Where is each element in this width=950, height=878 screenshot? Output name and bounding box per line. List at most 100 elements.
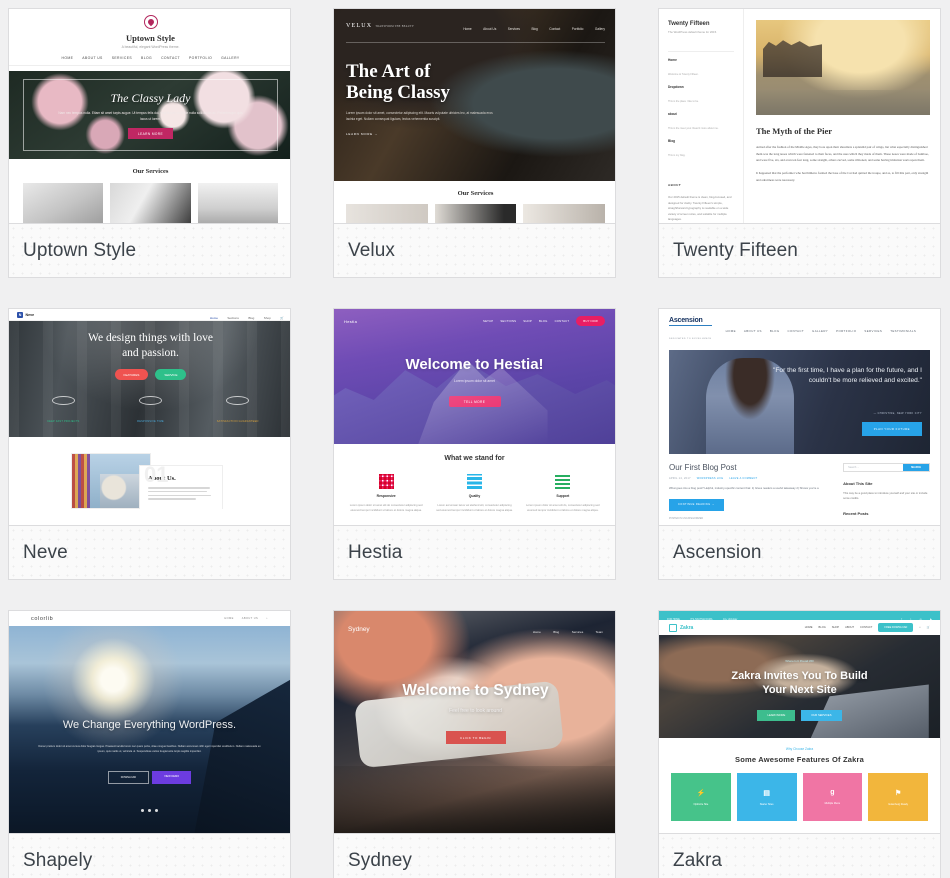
preview-hero: VELUX TRANSFORM THE BEAUTY Home About Us … [334, 9, 615, 181]
service-thumb [346, 204, 428, 223]
search-box: Search ... SEARCH [843, 463, 930, 472]
theme-card-shapely[interactable]: colorlib HOME ABOUT US ⌕ We Change Every… [8, 610, 291, 878]
theme-card-zakra[interactable]: FOR HOME ITS-HAUTMA NUMA 10+ Upholder f … [658, 610, 941, 878]
post-paragraph: Armed after the fashion of the Middle Ag… [756, 145, 929, 163]
nav-item: PORTFOLIO [189, 56, 213, 60]
section-heading: Our Services [457, 190, 494, 197]
nav-item: SHOP [831, 626, 840, 629]
theme-screenshot[interactable]: Ascension DEDICATED TO EXCELLENCE HOME A… [659, 309, 940, 525]
theme-card-velux[interactable]: VELUX TRANSFORM THE BEAUTY Home About Us … [333, 8, 616, 278]
logo-subtitle: TRANSFORM THE BEAUTY [375, 25, 415, 28]
theme-name: Zakra [673, 849, 723, 871]
theme-name: Neve [23, 541, 68, 563]
cart-icon: 🛒 [280, 315, 284, 320]
nav-item: Contact [549, 27, 561, 31]
theme-name: Hestia [348, 541, 403, 563]
hero-button: TELL MORE [448, 396, 501, 407]
theme-screenshot[interactable]: Hestia SETUP SECTIONS SHOP BLOG CONTACT … [334, 309, 615, 525]
menu-item: about This is the meet your. Read it more… [668, 112, 734, 134]
hero-shape [194, 679, 290, 833]
sidebar: Search ... SEARCH About This Site This m… [843, 463, 930, 525]
nav-item: BLOG [769, 328, 780, 333]
theme-screenshot[interactable]: colorlib HOME ABOUT US ⌕ We Change Every… [9, 611, 290, 833]
preview-header: Uptown Style A beautiful, elegant WordPr… [9, 9, 290, 71]
nav-item: GALLERY [221, 56, 240, 60]
preview-hero: "For the first time, I have a plan for t… [669, 350, 930, 454]
theme-card-neve[interactable]: N Neve Home Sections Blog Shop 🛒 We desi… [8, 308, 291, 580]
nav-item: Sections [227, 315, 239, 320]
menu-desc: This is my blog. [668, 154, 686, 158]
carousel-dots [9, 809, 290, 813]
theme-screenshot[interactable]: Uptown Style A beautiful, elegant WordPr… [9, 9, 290, 223]
nav-item: Services [507, 27, 520, 31]
preview-header: colorlib HOME ABOUT US ⌕ [9, 611, 290, 626]
nav-item: SERVICES [864, 328, 883, 333]
nav-item: Blog [553, 630, 560, 634]
search-icon: ⌕ [266, 617, 268, 620]
preview-features: Why Choose Zakra Some Awesome Features O… [659, 738, 940, 833]
nav-item: CONTACT [860, 626, 873, 629]
nav-item: SETUP [483, 319, 494, 323]
theme-card-twenty-fifteen[interactable]: Twenty Fifteen The WordPress default the… [658, 8, 941, 278]
nav-item: ABOUT US [82, 56, 103, 60]
menu-desc: This is the place I like to be. [668, 100, 699, 104]
nav-item: About Us [483, 27, 497, 31]
theme-card-ascension[interactable]: Ascension DEDICATED TO EXCELLENCE HOME A… [658, 308, 941, 580]
service-thumb [110, 183, 191, 223]
theme-screenshot[interactable]: Sydney Home Blog Services Team Welcome t… [334, 611, 615, 833]
preview-nav: Home About Us Services Blog Contact Port… [456, 17, 605, 35]
preview-nav: HOME ABOUT US ⌕ [224, 617, 268, 620]
hero-heading: Zakra Invites You To Build Your Next Sit… [659, 669, 940, 698]
preview-widget: ABOUT Our 2015 default theme is clean, b… [668, 173, 734, 223]
theme-card-sydney[interactable]: Sydney Home Blog Services Team Welcome t… [333, 610, 616, 878]
menu-label: Home [668, 58, 677, 63]
nav-item: Home [532, 630, 541, 634]
menu-icon: g [830, 789, 835, 796]
nav-item: Team [595, 630, 603, 634]
preview-header: Ascension DEDICATED TO EXCELLENCE HOME A… [659, 309, 940, 350]
search-input: Search ... [848, 466, 860, 469]
nav-item: ABOUT US [743, 328, 762, 333]
hero-button-primary: LEARN MORE [757, 709, 796, 721]
circle-icon [52, 396, 75, 406]
preview-content: Our First Blog Post APRIL 14, 2017 WORDP… [659, 454, 940, 525]
logo-text: Ascension [669, 317, 712, 326]
preview-logo: Sydney [348, 625, 370, 633]
theme-screenshot[interactable]: N Neve Home Sections Blog Shop 🛒 We desi… [9, 309, 290, 525]
preview-header: Zakra HOME BLOG SHOP ABOUT CONTACT FREE … [659, 620, 940, 635]
widget-title: ABOUT [668, 183, 682, 188]
hero-heading-line1: Zakra Invites You To Build [731, 670, 868, 682]
theme-card-uptown-style[interactable]: Uptown Style A beautiful, elegant WordPr… [8, 8, 291, 278]
nav-item: SHOP [523, 319, 532, 323]
hero-heading: Welcome to Sydney [402, 682, 549, 699]
post-paragraph: It happened that the performer who had h… [756, 171, 929, 182]
preview-header: Sydney Home Blog Services Team [334, 611, 615, 638]
features-label: Why Choose Zakra [785, 747, 814, 751]
logo-text: VELUX [346, 23, 373, 29]
hero-heading-line2: Your Next Site [762, 684, 837, 697]
widget-title-about: About This Site [843, 481, 873, 486]
theme-screenshot[interactable]: Twenty Fifteen The WordPress default the… [659, 9, 940, 223]
theme-screenshot[interactable]: VELUX TRANSFORM THE BEAUTY Home About Us … [334, 9, 615, 223]
theme-name: Sydney [348, 849, 412, 871]
hero-heading: We design things with love and passion. [88, 331, 213, 361]
post-title: Our First Blog Post [669, 463, 737, 472]
theme-card-hestia[interactable]: Hestia SETUP SECTIONS SHOP BLOG CONTACT … [333, 308, 616, 580]
nav-item: PORTFOLIO [836, 328, 857, 333]
service-thumb [197, 183, 278, 223]
theme-name: Uptown Style [23, 239, 137, 261]
about-number: 01 [144, 462, 169, 487]
feature-title: Multiple Menu [824, 802, 841, 805]
nav-item: BLOG [141, 56, 153, 60]
widget-text-about: This may be a good place to introduce yo… [843, 492, 928, 501]
feature-tile: g Multiple Menu [802, 773, 863, 821]
card-footer: Twenty Fifteen [659, 223, 940, 277]
post-body: Armed after the fashion of the Middle Ag… [756, 144, 930, 184]
post-meta: APRIL 14, 2017 WORDPRESS LIFE LEAVE A CO… [669, 477, 834, 480]
card-footer: Ascension [659, 525, 940, 579]
nav-item: CONTACT [787, 328, 805, 333]
card-footer: Uptown Style [9, 223, 290, 277]
preview-hero: Where Is It Prevail Will Zakra Invites Y… [659, 635, 940, 738]
theme-screenshot[interactable]: FOR HOME ITS-HAUTMA NUMA 10+ Upholder f … [659, 611, 940, 833]
hero-text: Donec pretium dolor sit amet cursus dolo… [38, 744, 261, 754]
